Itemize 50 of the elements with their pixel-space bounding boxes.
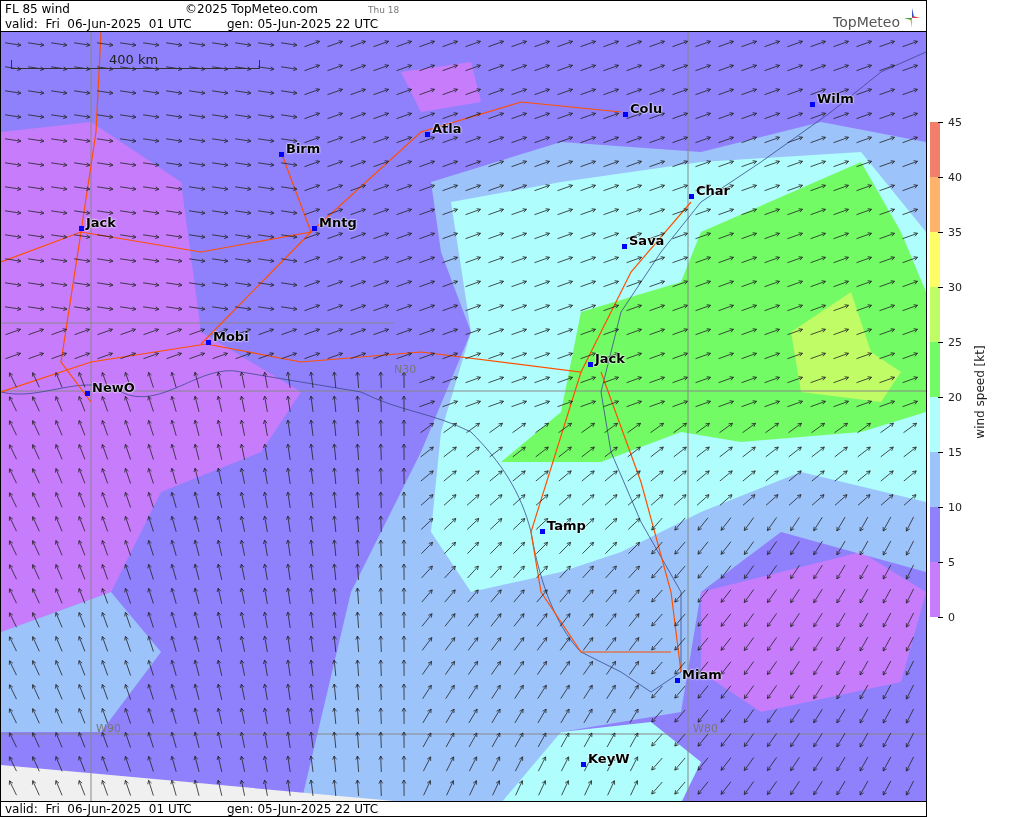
tick-label: 5 [948, 555, 955, 569]
city-marker [425, 132, 430, 137]
city-marker [622, 244, 627, 249]
city-marker [689, 194, 694, 199]
city-label: Char [696, 183, 730, 198]
valid-time: valid: Fri 06-Jun-2025 01 UTC [5, 16, 193, 31]
logo-text: TopMeteo [833, 14, 900, 30]
city-label: Birm [286, 141, 321, 156]
city-marker [581, 762, 586, 767]
city-label: Jack [595, 351, 625, 366]
tick-label: 30 [948, 280, 962, 294]
generated-time: gen: 05-Jun-2025 22 UTC [227, 16, 379, 31]
map-title: FL 85 wind [5, 1, 71, 16]
city-marker [623, 112, 628, 117]
city-marker [588, 362, 593, 367]
tick-label: 0 [948, 610, 955, 624]
city-marker [540, 529, 545, 534]
tick-label: 35 [948, 225, 962, 239]
city-label: Tamp [547, 518, 586, 533]
city-label: Jack [86, 215, 116, 230]
tick-label: 20 [948, 390, 962, 404]
city-label: NewO [92, 380, 135, 395]
copyright-text: ©2025 TopMeteo.com [185, 1, 319, 16]
city-label: Mntg [319, 215, 357, 230]
city-label: KeyW [588, 751, 630, 766]
city-marker [85, 391, 90, 396]
city-label: Miam [682, 667, 722, 682]
grid-label: W80 [693, 722, 718, 735]
generated-time: gen: 05-Jun-2025 22 UTC [227, 802, 379, 816]
grid-label: N30 [394, 363, 417, 376]
city-marker [810, 102, 815, 107]
city-marker [79, 226, 84, 231]
tick-label: 15 [948, 445, 962, 459]
city-marker [312, 226, 317, 231]
legend-title: wind speed [kt] [973, 344, 987, 441]
time-tag: Thu 18 [368, 4, 400, 15]
tick-label: 25 [948, 335, 962, 349]
city-marker [206, 340, 211, 345]
tick-label: 10 [948, 500, 962, 514]
city-marker [279, 152, 284, 157]
city-label: Atla [432, 121, 462, 136]
grid-label: W90 [96, 722, 121, 735]
scale-label: 400 km [109, 52, 159, 67]
city-label: Mobi [213, 329, 249, 344]
city-marker [675, 678, 680, 683]
city-label: Colu [630, 101, 663, 116]
valid-time: valid: Fri 06-Jun-2025 01 UTC [5, 802, 193, 816]
tick-label: 40 [948, 170, 962, 184]
tick-label: 45 [948, 115, 962, 129]
city-label: Wilm [817, 91, 854, 106]
